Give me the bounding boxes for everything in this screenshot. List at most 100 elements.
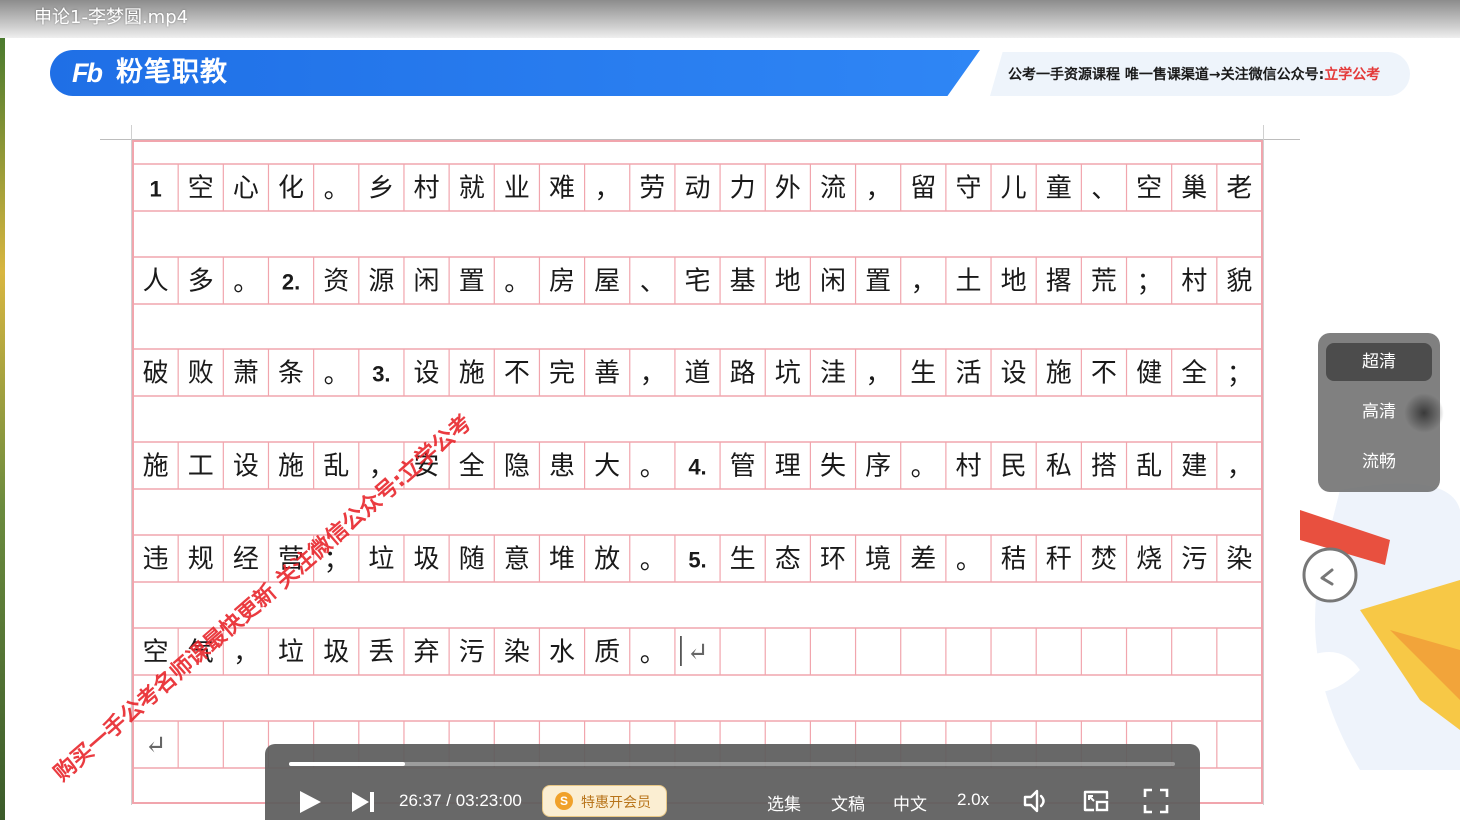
grid-char: 搭 — [1091, 452, 1117, 482]
mascot-face-icon — [1302, 547, 1358, 603]
grid-char: 管 — [730, 452, 756, 482]
grid-char: 闲 — [820, 267, 846, 297]
grid-char: 基 — [730, 267, 756, 297]
grid-char: 差 — [910, 545, 936, 575]
grid-char: 村 — [414, 174, 440, 204]
grid-char: 5. — [688, 548, 706, 573]
progress-fill — [289, 762, 406, 766]
grid-char: 乱 — [323, 452, 349, 482]
grid-char: 2. — [282, 270, 300, 295]
grid-char: 隐 — [504, 452, 530, 482]
grid-char: 貌 — [1226, 267, 1252, 297]
episodes-button[interactable]: 选集 — [767, 790, 801, 815]
transcript-button[interactable]: 文稿 — [831, 790, 865, 815]
grid-char: 圾 — [323, 638, 349, 668]
grid-char: 环 — [820, 545, 846, 575]
grid-char: 规 — [188, 545, 214, 575]
grid-char: 施 — [278, 452, 304, 482]
grid-char: 丢 — [368, 638, 394, 668]
grid-char: 流 — [820, 174, 846, 204]
grid-char: 。 — [324, 175, 350, 205]
grid-char: 态 — [775, 545, 801, 575]
grid-row: 空气，垃圾丢弃污染水质。 ↵ — [132, 627, 1263, 676]
grid-char: ； — [1227, 360, 1253, 390]
grid-char: 全 — [1181, 359, 1207, 389]
grid-char: 心 — [233, 174, 259, 204]
grid-char: 地 — [775, 267, 801, 297]
next-icon[interactable] — [349, 788, 379, 816]
vip-offer-label: 特惠开会员 — [581, 795, 651, 811]
grid-char: ↵ — [687, 638, 709, 668]
grid-char: 宅 — [684, 267, 710, 297]
grid-char: 施 — [143, 452, 169, 482]
grid-char: 。 — [640, 453, 666, 483]
subtitle-button[interactable]: 中文 — [893, 790, 927, 815]
grid-char: 路 — [730, 359, 756, 389]
grid-char: 童 — [1046, 174, 1072, 204]
grid-char: 施 — [459, 359, 485, 389]
grid-char: 染 — [504, 638, 530, 668]
volume-icon[interactable] — [1021, 786, 1051, 816]
grid-char: 建 — [1181, 452, 1207, 482]
grid-char: 、 — [1091, 175, 1117, 205]
grid-char: 就 — [459, 174, 485, 204]
grid-char: 1 — [149, 177, 161, 202]
grid-char: 弃 — [414, 638, 440, 668]
grid-char: 质 — [594, 638, 620, 668]
grid-row: 1 空心化。乡村就业难，劳动力外流，留守儿童、空巢老 — [132, 163, 1263, 212]
grid-char: 。 — [911, 453, 937, 483]
grid-char: 巢 — [1181, 174, 1207, 204]
grid-char: 活 — [955, 359, 981, 389]
grid-char: 设 — [414, 359, 440, 389]
grid-char: 老 — [1226, 174, 1252, 204]
progress-bar[interactable] — [289, 762, 1175, 766]
grid-char: 空 — [143, 638, 169, 668]
mouse-cursor — [1404, 393, 1444, 433]
grid-char: 水 — [549, 638, 575, 668]
grid-char: ； — [1136, 268, 1162, 298]
grid-char: 道 — [684, 359, 710, 389]
vip-offer-button[interactable]: S 特惠开会员 — [542, 785, 667, 817]
grid-char: ， — [865, 175, 891, 205]
grid-char: 3. — [372, 362, 390, 387]
grid-row: 施工设施乱，安全隐患大。 4. 管理失序。村民私搭乱建， — [132, 441, 1263, 490]
grid-char: 难 — [549, 174, 575, 204]
grid-char: 人 — [143, 267, 169, 297]
grid-char: 多 — [188, 267, 214, 297]
grid-char: 外 — [775, 174, 801, 204]
grid-char: 土 — [955, 267, 981, 297]
grid-char: 。 — [504, 268, 530, 298]
grid-char: 。 — [640, 639, 666, 669]
grid-char: 意 — [504, 545, 530, 575]
speed-button[interactable]: 2.0x — [957, 790, 989, 810]
fullscreen-icon[interactable] — [1141, 786, 1171, 816]
grid-char: 。 — [324, 360, 350, 390]
quality-option-ultra[interactable]: 超清 — [1326, 343, 1432, 381]
quality-option-smooth[interactable]: 流畅 — [1326, 443, 1432, 481]
grid-char: 留 — [910, 174, 936, 204]
picture-in-picture-icon[interactable] — [1081, 786, 1111, 816]
grid-char: ， — [911, 268, 937, 298]
grid-char: 村 — [1181, 267, 1207, 297]
grid-char: 大 — [594, 452, 620, 482]
watermark: 购买一手公考名师课最快更新 关注微信公众号:立学公考 — [49, 410, 477, 787]
grid-char: 堆 — [549, 545, 575, 575]
grid-char: 染 — [1226, 545, 1252, 575]
play-icon[interactable] — [295, 788, 325, 816]
grid-char: 乱 — [1136, 452, 1162, 482]
grid-char: 垃 — [278, 638, 304, 668]
grid-char: 设 — [233, 452, 259, 482]
grid-char: 房 — [549, 267, 575, 297]
grid-char: 荒 — [1091, 267, 1117, 297]
grid-char: 民 — [1001, 452, 1027, 482]
grid-char: 污 — [1181, 545, 1207, 575]
grid-char: 不 — [504, 359, 530, 389]
grid-char: 私 — [1046, 452, 1072, 482]
grid-char: 败 — [188, 359, 214, 389]
grid-char: 4. — [688, 455, 706, 480]
grid-char: 患 — [549, 452, 575, 482]
grid-char: 生 — [730, 545, 756, 575]
grid-char: 失 — [820, 452, 846, 482]
grid-char: 儿 — [1001, 174, 1027, 204]
grid-char: 空 — [188, 174, 214, 204]
